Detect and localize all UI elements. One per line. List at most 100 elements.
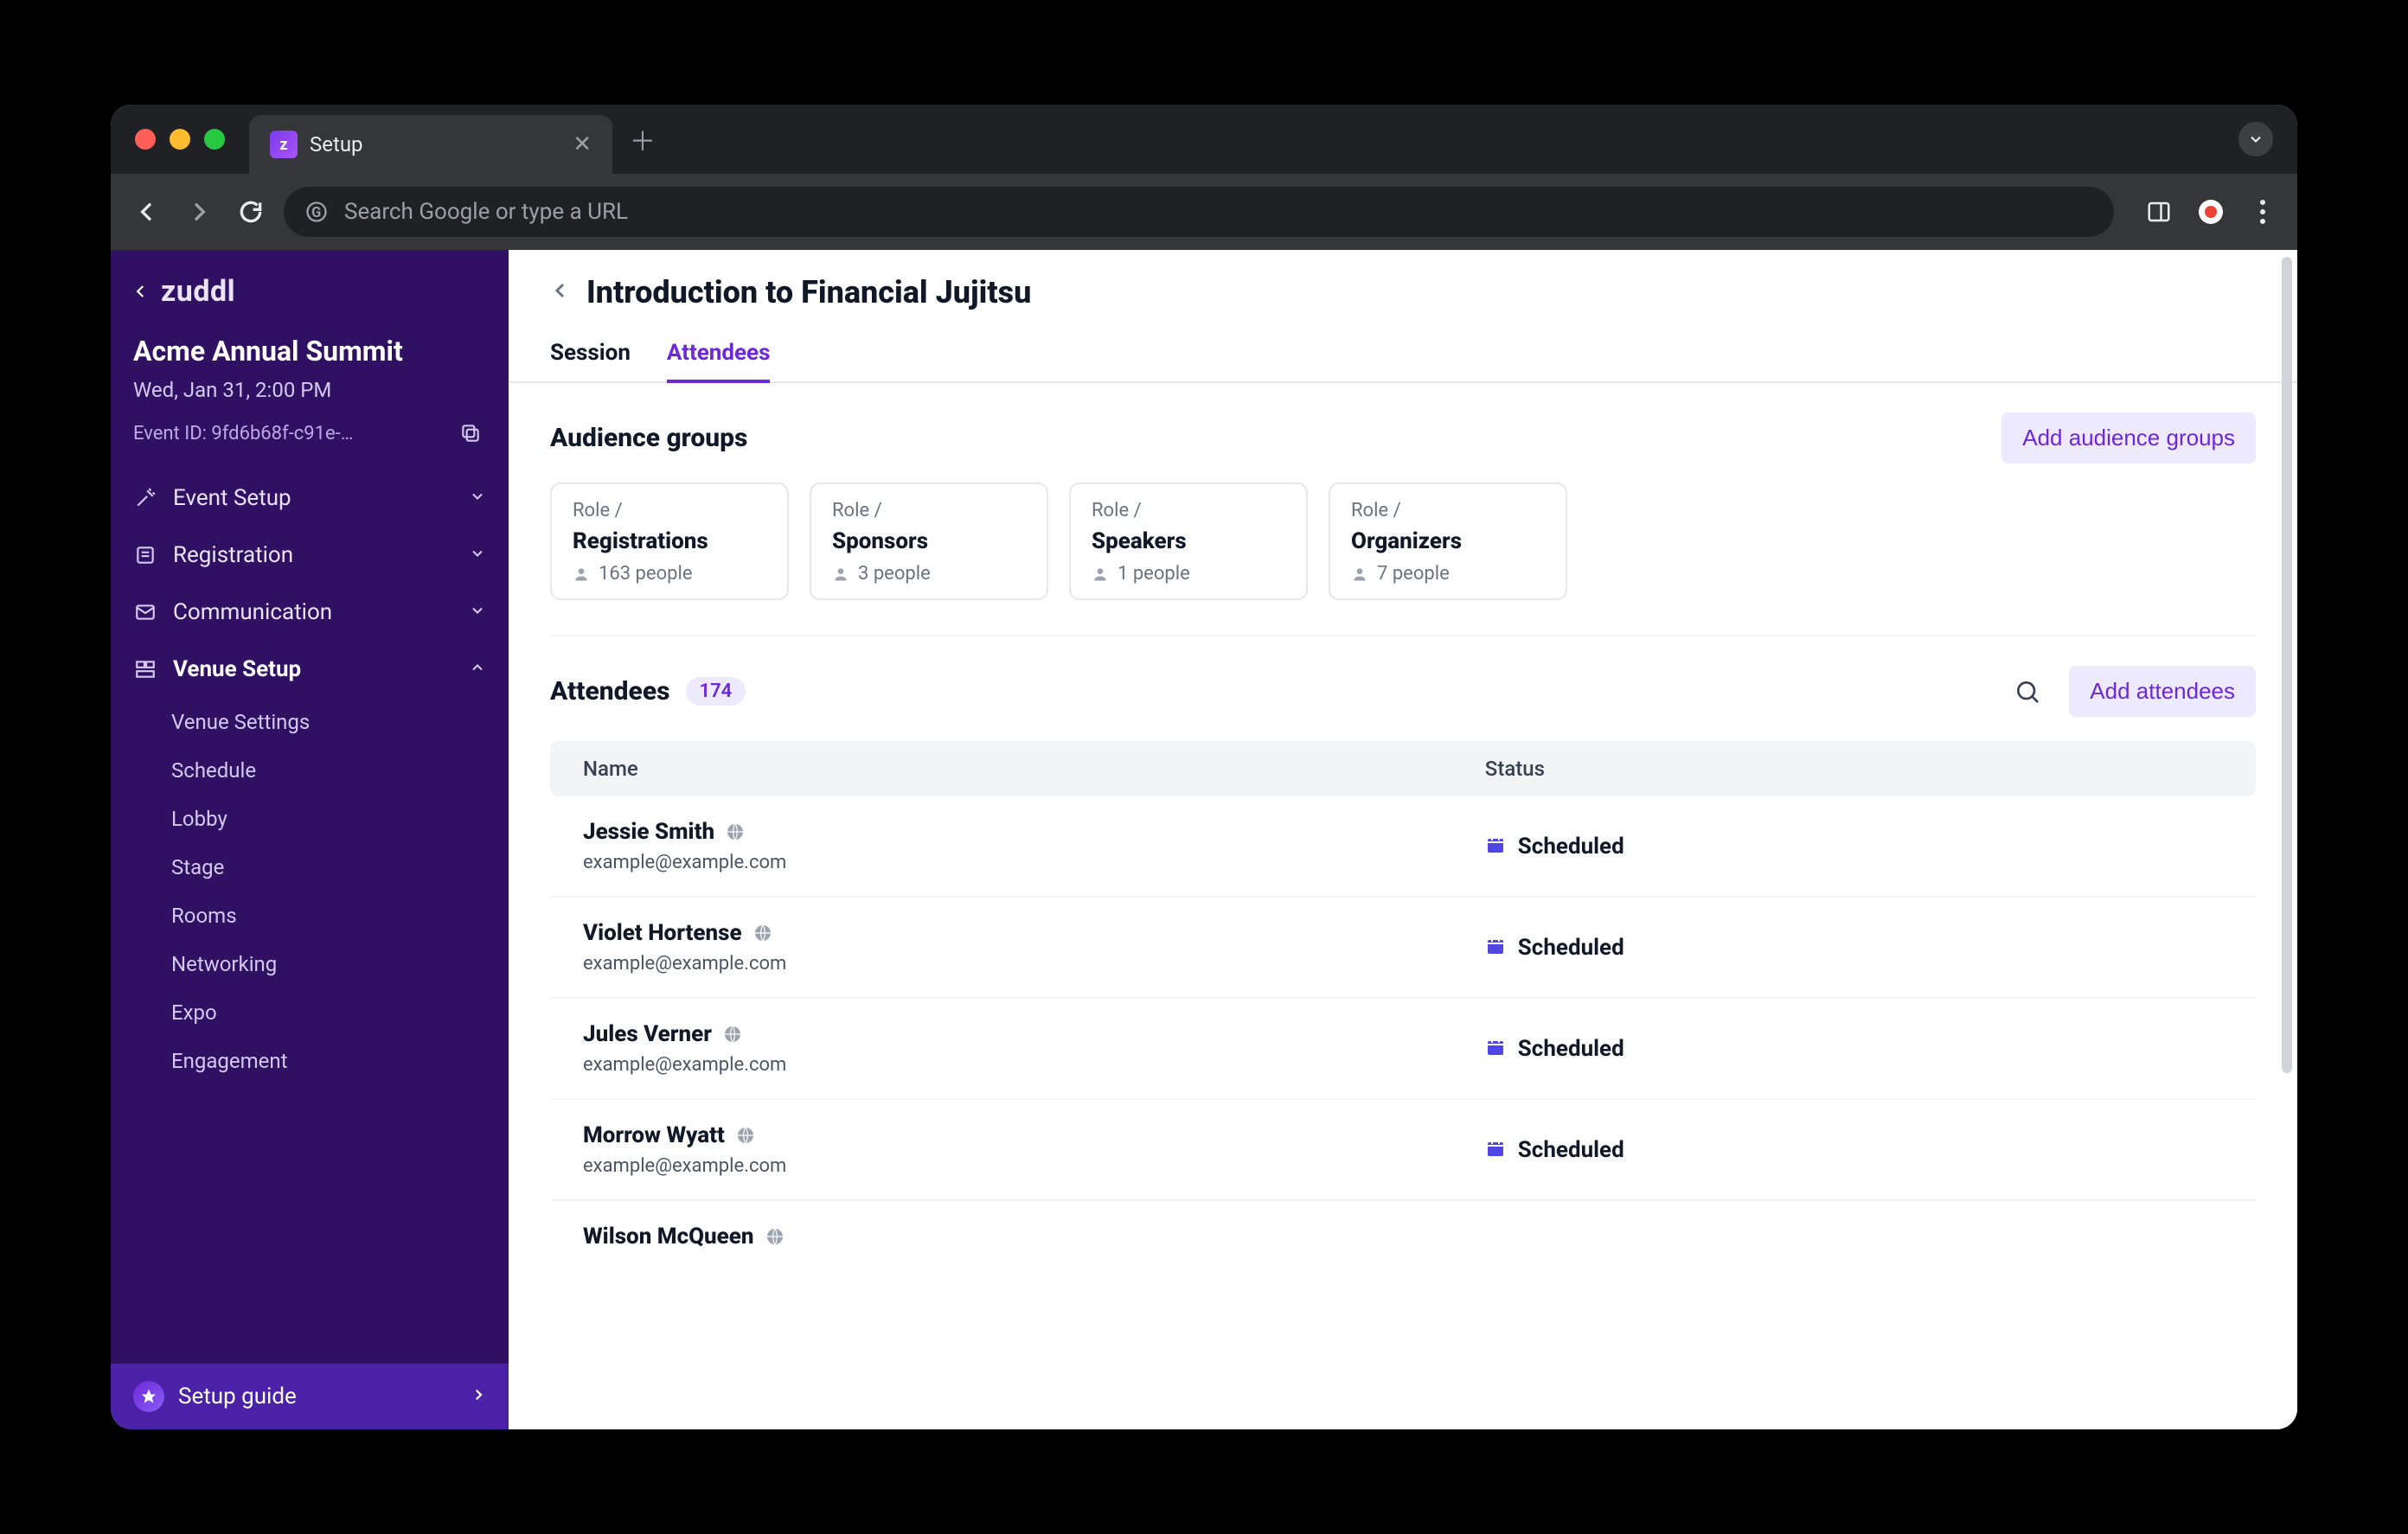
search-attendees-button[interactable] xyxy=(2010,674,2045,709)
card-count: 163 people xyxy=(599,563,693,585)
subnav-expo[interactable]: Expo xyxy=(171,988,509,1037)
add-audience-groups-button[interactable]: Add audience groups xyxy=(2001,412,2256,463)
subnav-venue-setup: Venue Settings Schedule Lobby Stage Room… xyxy=(111,698,509,1085)
subnav-venue-settings[interactable]: Venue Settings xyxy=(171,698,509,746)
group-card-organizers[interactable]: Role / Organizers 7 people xyxy=(1329,483,1567,600)
section-header: Audience groups Add audience groups xyxy=(550,412,2256,463)
status-text: Scheduled xyxy=(1518,1137,1624,1163)
event-date: Wed, Jan 31, 2:00 PM xyxy=(133,378,486,402)
page-header: Introduction to Financial Jujitsu xyxy=(509,250,2297,310)
table-row[interactable]: Violet Hortense example@example.com Sche… xyxy=(550,898,2256,999)
globe-icon xyxy=(725,821,746,842)
person-icon xyxy=(832,566,849,583)
wand-icon xyxy=(133,486,157,510)
brand-back[interactable]: zuddl xyxy=(111,250,509,316)
attendee-name: Jessie Smith xyxy=(583,819,714,845)
table-row[interactable]: Jessie Smith example@example.com Schedul… xyxy=(550,796,2256,898)
nav-item-venue-setup[interactable]: Venue Setup xyxy=(111,641,509,698)
status-text: Scheduled xyxy=(1518,935,1624,961)
app-content: zuddl Acme Annual Summit Wed, Jan 31, 2:… xyxy=(111,250,2297,1429)
nav-reload-button[interactable] xyxy=(232,193,270,231)
card-kicker: Role / xyxy=(1092,500,1285,521)
subnav-lobby[interactable]: Lobby xyxy=(171,795,509,843)
subnav-stage[interactable]: Stage xyxy=(171,843,509,892)
browser-window: z Setup ✕ ＋ G Search Google or type a UR… xyxy=(111,105,2297,1429)
audience-groups-section: Audience groups Add audience groups Role… xyxy=(509,383,2297,609)
search-icon xyxy=(2014,678,2041,706)
nav-forward-button[interactable] xyxy=(180,193,218,231)
table-row[interactable]: Wilson McQueen xyxy=(550,1201,2256,1272)
card-kicker: Role / xyxy=(1351,500,1545,521)
tab-close-button[interactable]: ✕ xyxy=(573,131,592,157)
tab-session[interactable]: Session xyxy=(550,340,631,381)
extension-button[interactable] xyxy=(2193,195,2228,229)
page-title: Introduction to Financial Jujitsu xyxy=(586,274,1031,310)
form-icon xyxy=(133,543,157,567)
group-card-registrations[interactable]: Role / Registrations 163 people xyxy=(550,483,789,600)
nav-item-event-setup[interactable]: Event Setup xyxy=(111,470,509,527)
minimize-window-button[interactable] xyxy=(170,129,190,150)
copy-event-id-button[interactable] xyxy=(455,418,486,449)
close-window-button[interactable] xyxy=(135,129,156,150)
attendee-name: Wilson McQueen xyxy=(583,1224,754,1250)
globe-icon xyxy=(735,1125,756,1146)
group-card-sponsors[interactable]: Role / Sponsors 3 people xyxy=(810,483,1048,600)
card-kicker: Role / xyxy=(832,500,1026,521)
globe-icon xyxy=(722,1024,743,1045)
attendees-table: Name Status Jessie Smith example@example… xyxy=(550,741,2256,1272)
setup-guide-button[interactable]: Setup guide xyxy=(111,1364,509,1429)
table-row[interactable]: Jules Verner example@example.com Schedul… xyxy=(550,999,2256,1100)
card-title: Sponsors xyxy=(832,528,1026,554)
sidebar: zuddl Acme Annual Summit Wed, Jan 31, 2:… xyxy=(111,250,509,1429)
card-title: Organizers xyxy=(1351,528,1545,554)
brand-name: zuddl xyxy=(161,274,235,309)
group-card-speakers[interactable]: Role / Speakers 1 people xyxy=(1069,483,1308,600)
page-back-button[interactable] xyxy=(550,280,571,304)
main-scroll[interactable]: Introduction to Financial Jujitsu Sessio… xyxy=(509,250,2297,1429)
browser-tab[interactable]: z Setup ✕ xyxy=(249,115,612,174)
nav-item-communication[interactable]: Communication xyxy=(111,584,509,641)
nav-label: Communication xyxy=(173,599,332,625)
maximize-window-button[interactable] xyxy=(204,129,225,150)
cell-status: Scheduled xyxy=(1485,935,2223,961)
tab-attendees[interactable]: Attendees xyxy=(667,340,771,381)
add-attendees-button[interactable]: Add attendees xyxy=(2069,666,2256,717)
attendee-name: Jules Verner xyxy=(583,1021,712,1047)
audience-groups-title: Audience groups xyxy=(550,423,747,453)
table-row[interactable]: Morrow Wyatt example@example.com Schedul… xyxy=(550,1100,2256,1201)
calendar-icon xyxy=(1485,1138,1506,1162)
card-title: Speakers xyxy=(1092,528,1285,554)
attendees-header: Attendees 174 Add attendees xyxy=(509,636,2297,717)
globe-icon xyxy=(765,1226,785,1247)
col-status: Status xyxy=(1485,757,2223,781)
side-panel-button[interactable] xyxy=(2142,195,2176,229)
calendar-icon xyxy=(1485,1037,1506,1061)
attendee-email: example@example.com xyxy=(583,852,1485,873)
scrollbar[interactable] xyxy=(2282,257,2292,1422)
chevron-up-icon xyxy=(469,656,486,682)
toolbar-right xyxy=(2142,195,2280,229)
card-kicker: Role / xyxy=(573,500,766,521)
browser-menu-button[interactable] xyxy=(2245,195,2280,229)
status-text: Scheduled xyxy=(1518,1036,1624,1062)
subnav-networking[interactable]: Networking xyxy=(171,940,509,988)
nav-item-registration[interactable]: Registration xyxy=(111,527,509,584)
tabbar-right xyxy=(2238,122,2273,157)
tab-title: Setup xyxy=(310,132,363,157)
subnav-rooms[interactable]: Rooms xyxy=(171,892,509,940)
audience-group-cards: Role / Registrations 163 people Role / S… xyxy=(550,483,2256,600)
copy-icon xyxy=(459,422,482,444)
scrollbar-thumb[interactable] xyxy=(2282,257,2292,1073)
attendee-name: Violet Hortense xyxy=(583,920,742,946)
subnav-schedule[interactable]: Schedule xyxy=(171,746,509,795)
tab-overflow-button[interactable] xyxy=(2238,122,2273,157)
new-tab-button[interactable]: ＋ xyxy=(630,120,656,158)
omnibox[interactable]: G Search Google or type a URL xyxy=(284,187,2114,237)
cell-name: Jules Verner example@example.com xyxy=(583,1021,1485,1076)
subnav-engagement[interactable]: Engagement xyxy=(171,1037,509,1085)
nav-back-button[interactable] xyxy=(128,193,166,231)
cell-name: Morrow Wyatt example@example.com xyxy=(583,1122,1485,1177)
window-controls xyxy=(135,129,225,150)
chevron-left-icon xyxy=(133,280,149,303)
event-block: Acme Annual Summit Wed, Jan 31, 2:00 PM … xyxy=(111,316,509,461)
